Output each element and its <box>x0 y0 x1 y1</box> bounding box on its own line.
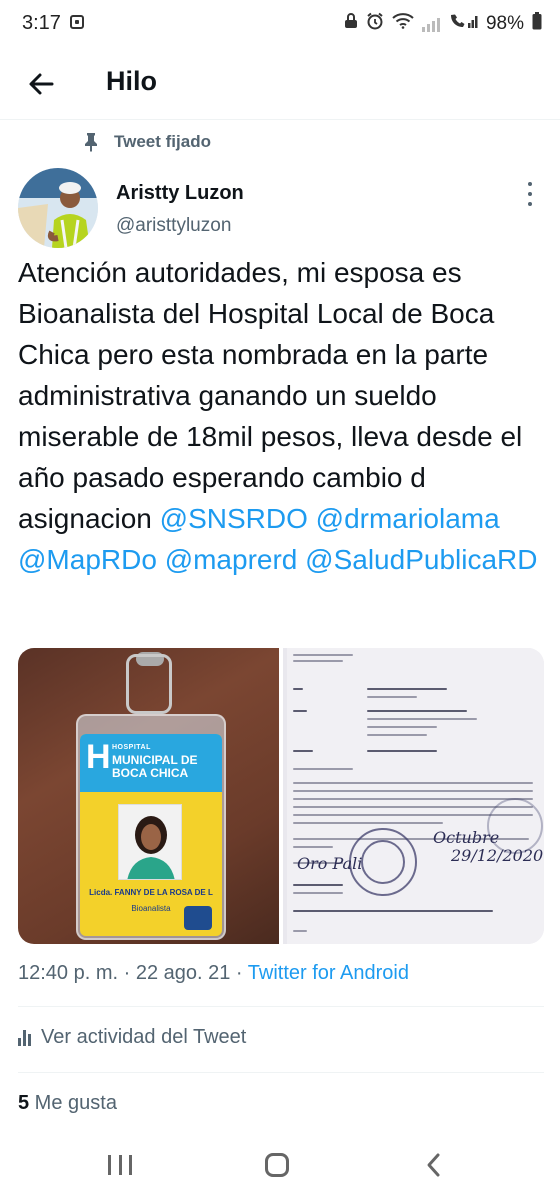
tweet-text-body: Atención autoridades, mi esposa es Bioan… <box>18 257 523 534</box>
notification-icon <box>70 15 84 29</box>
pin-icon <box>85 133 97 152</box>
badge-hospital: HOSPITAL <box>112 744 151 751</box>
battery-level: 98% <box>485 12 524 34</box>
id-badge: H HOSPITAL MUNICIPAL DE BOCA CHICA Licda… <box>80 734 222 936</box>
signal-icon <box>421 16 440 32</box>
status-time: 3:17 <box>22 12 61 34</box>
divider <box>18 1072 544 1073</box>
media-photo-document[interactable]: Oro Pali Octubre 29/12/2020 <box>283 648 544 944</box>
tweet-timestamp: 12:40 p. m. · 22 ago. 21 · Twitter for A… <box>18 962 409 985</box>
alarm-icon <box>366 12 384 35</box>
tweet-media: H HOSPITAL MUNICIPAL DE BOCA CHICA Licda… <box>18 648 544 944</box>
mention-link[interactable]: @maprerd <box>165 544 298 575</box>
chevron-left-icon <box>427 1153 440 1177</box>
arrow-left-icon <box>29 73 54 95</box>
analytics-icon <box>18 1029 31 1046</box>
status-bar: 3:17 98% <box>0 0 560 48</box>
lock-icon <box>344 13 358 34</box>
page-title: Hilo <box>106 66 157 96</box>
home-button[interactable] <box>265 1153 289 1177</box>
back-button[interactable] <box>24 66 60 102</box>
mention-link[interactable]: @SNSRDO <box>160 503 308 534</box>
source-link[interactable]: Twitter for Android <box>248 962 409 984</box>
call-signal-icon <box>448 12 478 35</box>
divider <box>18 1006 544 1007</box>
more-options-button[interactable] <box>524 182 536 206</box>
system-back-button[interactable] <box>424 1152 444 1178</box>
avatar[interactable] <box>18 168 98 248</box>
pinned-indicator: Tweet fijado <box>82 132 211 152</box>
pinned-label: Tweet fijado <box>114 132 211 151</box>
mention-link[interactable]: @drmariolama <box>316 503 500 534</box>
likes-number: 5 <box>18 1092 30 1114</box>
author-name[interactable]: Aristty Luzon <box>116 182 244 205</box>
mention-link[interactable]: @SaludPublicaRD <box>305 544 537 575</box>
tweet-text: Atención autoridades, mi esposa es Bioan… <box>18 252 548 580</box>
tweet-activity-button[interactable]: Ver actividad del Tweet <box>18 1026 246 1049</box>
battery-icon <box>532 12 542 35</box>
badge-photo <box>118 804 182 880</box>
timestamp-text: 12:40 p. m. · 22 ago. 21 · <box>18 962 248 984</box>
more-vertical-icon <box>528 182 532 186</box>
badge-name: Licda. FANNY DE LA ROSA DE L <box>89 888 213 897</box>
wifi-icon <box>392 13 414 34</box>
recent-apps-button[interactable] <box>108 1155 132 1175</box>
document-image: Oro Pali Octubre 29/12/2020 <box>287 648 544 944</box>
author-handle[interactable]: @aristtyluzon <box>116 215 231 237</box>
hospital-logo-icon: H <box>86 738 111 776</box>
badge-seal-icon <box>184 906 212 930</box>
media-photo-badge[interactable]: H HOSPITAL MUNICIPAL DE BOCA CHICA Licda… <box>18 648 279 944</box>
system-nav-bar <box>0 1130 560 1200</box>
badge-municipal: MUNICIPAL DE BOCA CHICA <box>112 753 198 780</box>
likes-count[interactable]: 5 Me gusta <box>18 1092 117 1115</box>
likes-label: Me gusta <box>29 1092 117 1114</box>
avatar-image <box>18 168 98 248</box>
activity-label: Ver actividad del Tweet <box>41 1026 247 1048</box>
status-icons: 98% <box>344 12 542 35</box>
app-header: Hilo <box>0 48 560 120</box>
mention-link[interactable]: @MapRDo <box>18 544 157 575</box>
